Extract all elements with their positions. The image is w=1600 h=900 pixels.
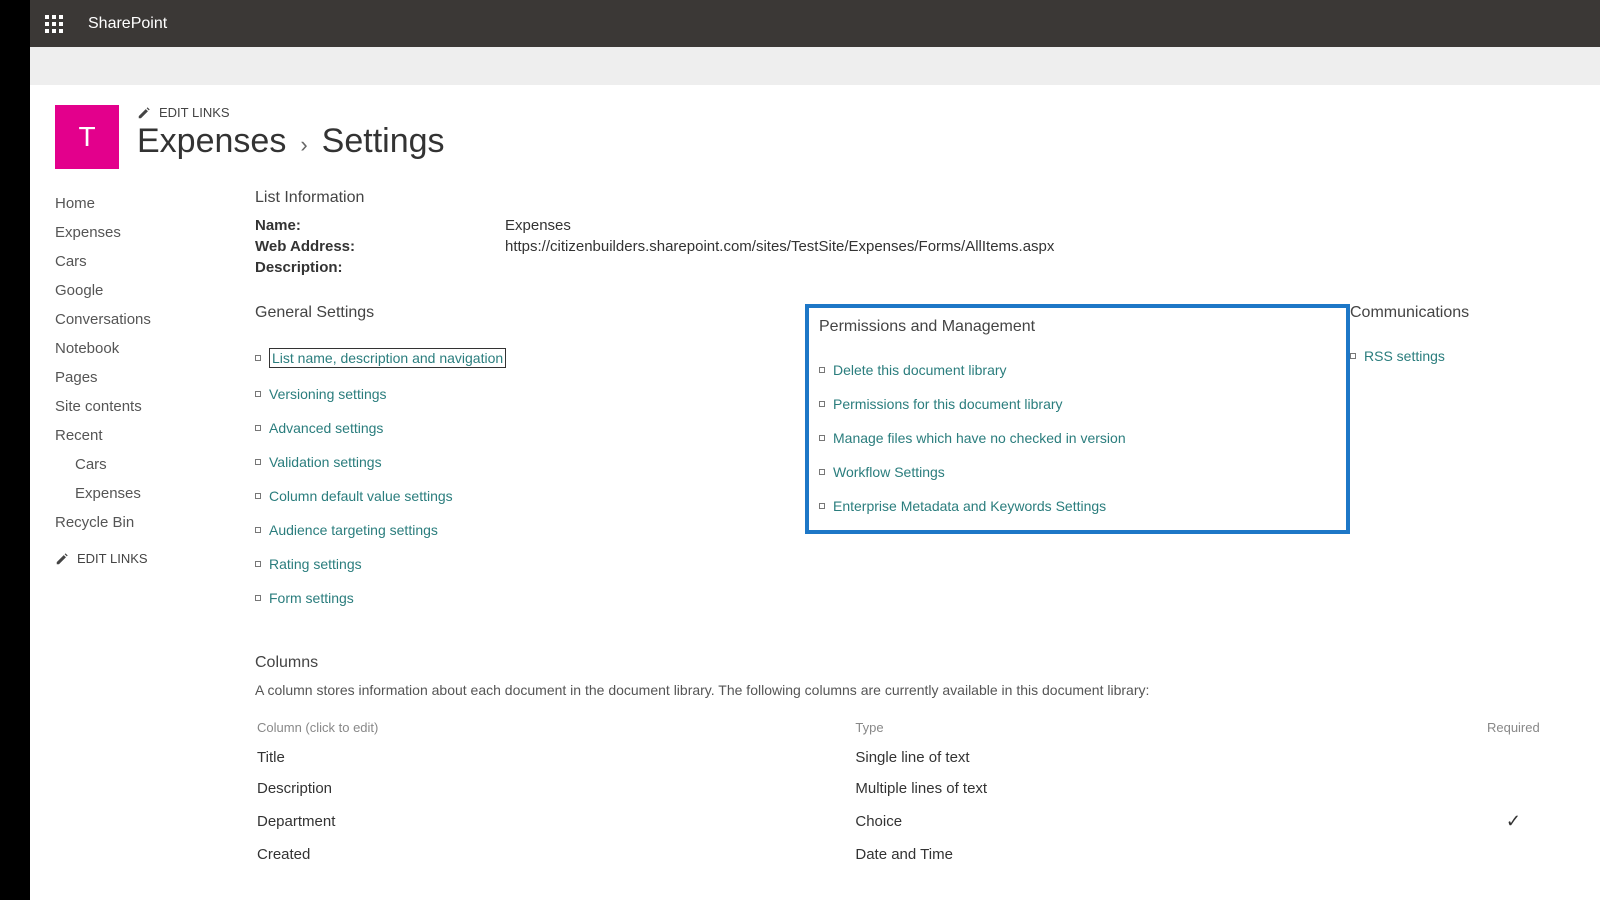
table-row: Created Date and Time xyxy=(257,840,1573,869)
columns-description: A column stores information about each d… xyxy=(255,682,1575,698)
pencil-icon xyxy=(137,106,151,120)
bullet-icon xyxy=(255,595,261,601)
site-logo[interactable]: T xyxy=(55,105,119,169)
column-required xyxy=(1454,743,1573,772)
left-nav: Home Expenses Cars Google Conversations … xyxy=(55,189,255,871)
column-link-title[interactable]: Title xyxy=(257,749,285,766)
link-audience-targeting[interactable]: Audience targeting settings xyxy=(269,522,438,538)
edit-links-label: EDIT LINKS xyxy=(77,551,148,566)
list-information-heading: List Information xyxy=(255,189,1575,207)
columns-table: Column (click to edit) Type Required Tit… xyxy=(255,712,1575,871)
nav-item-google[interactable]: Google xyxy=(55,276,255,305)
columns-heading: Columns xyxy=(255,654,1575,672)
bullet-icon xyxy=(819,401,825,407)
bullet-icon xyxy=(255,391,261,397)
column-required xyxy=(1454,840,1573,869)
bullet-icon xyxy=(255,493,261,499)
nav-item-conversations[interactable]: Conversations xyxy=(55,305,255,334)
th-column: Column (click to edit) xyxy=(257,714,853,741)
breadcrumb-main[interactable]: Expenses xyxy=(137,122,286,161)
info-label-name: Name: xyxy=(255,217,505,234)
bullet-icon xyxy=(255,527,261,533)
waffle-icon xyxy=(45,15,63,33)
link-delete-library[interactable]: Delete this document library xyxy=(833,362,1007,378)
bullet-icon xyxy=(819,503,825,509)
app-name: SharePoint xyxy=(88,15,167,33)
nav-item-site-contents[interactable]: Site contents xyxy=(55,392,255,421)
info-value-name: Expenses xyxy=(505,217,571,234)
bullet-icon xyxy=(819,367,825,373)
bullet-icon xyxy=(1350,353,1356,359)
th-required: Required xyxy=(1454,714,1573,741)
link-versioning-settings[interactable]: Versioning settings xyxy=(269,386,387,402)
column-type: Date and Time xyxy=(855,840,1451,869)
column-link-department[interactable]: Department xyxy=(257,813,335,830)
link-permissions-library[interactable]: Permissions for this document library xyxy=(833,396,1063,412)
general-settings-heading: General Settings xyxy=(255,304,805,322)
nav-item-notebook[interactable]: Notebook xyxy=(55,334,255,363)
ribbon-bar xyxy=(30,47,1600,85)
bullet-icon xyxy=(819,469,825,475)
link-validation-settings[interactable]: Validation settings xyxy=(269,454,382,470)
table-row: Department Choice ✓ xyxy=(257,805,1573,838)
bullet-icon xyxy=(819,435,825,441)
column-required: ✓ xyxy=(1454,805,1573,838)
info-value-web-address: https://citizenbuilders.sharepoint.com/s… xyxy=(505,238,1054,255)
bullet-icon xyxy=(255,459,261,465)
info-label-web-address: Web Address: xyxy=(255,238,505,255)
permissions-heading: Permissions and Management xyxy=(819,318,1336,336)
column-type: Multiple lines of text xyxy=(855,774,1451,803)
page-title: Settings xyxy=(322,122,445,161)
table-row: Title Single line of text xyxy=(257,743,1573,772)
pencil-icon xyxy=(55,552,69,566)
link-manage-files-no-checkin[interactable]: Manage files which have no checked in ve… xyxy=(833,430,1126,446)
info-label-description: Description: xyxy=(255,259,505,276)
column-link-created[interactable]: Created xyxy=(257,846,310,863)
column-type: Single line of text xyxy=(855,743,1451,772)
nav-item-recent-cars[interactable]: Cars xyxy=(55,450,255,479)
suite-bar: SharePoint xyxy=(30,0,1600,47)
breadcrumb-separator-icon: › xyxy=(300,132,307,158)
th-type: Type xyxy=(855,714,1451,741)
link-form-settings[interactable]: Form settings xyxy=(269,590,354,606)
nav-item-recent[interactable]: Recent xyxy=(55,421,255,450)
nav-item-expenses[interactable]: Expenses xyxy=(55,218,255,247)
checkmark-icon: ✓ xyxy=(1506,811,1521,831)
column-link-description[interactable]: Description xyxy=(257,780,332,797)
edit-links-bottom[interactable]: EDIT LINKS xyxy=(55,551,255,566)
bullet-icon xyxy=(255,355,261,361)
link-workflow-settings[interactable]: Workflow Settings xyxy=(833,464,945,480)
link-advanced-settings[interactable]: Advanced settings xyxy=(269,420,383,436)
edit-links-label: EDIT LINKS xyxy=(159,105,230,120)
link-enterprise-metadata[interactable]: Enterprise Metadata and Keywords Setting… xyxy=(833,498,1106,514)
column-type: Choice xyxy=(855,805,1451,838)
nav-item-recycle-bin[interactable]: Recycle Bin xyxy=(55,508,255,537)
bullet-icon xyxy=(255,425,261,431)
nav-item-recent-expenses[interactable]: Expenses xyxy=(55,479,255,508)
nav-item-home[interactable]: Home xyxy=(55,189,255,218)
column-required xyxy=(1454,774,1573,803)
content-area: T EDIT LINKS Expenses › Settings Home Ex… xyxy=(30,85,1600,900)
breadcrumb: Expenses › Settings xyxy=(137,122,1575,161)
app-launcher-button[interactable] xyxy=(30,0,78,47)
left-black-bar xyxy=(0,0,30,900)
edit-links-top[interactable]: EDIT LINKS xyxy=(137,105,1575,120)
table-row: Description Multiple lines of text xyxy=(257,774,1573,803)
nav-item-pages[interactable]: Pages xyxy=(55,363,255,392)
link-rating-settings[interactable]: Rating settings xyxy=(269,556,362,572)
nav-item-cars[interactable]: Cars xyxy=(55,247,255,276)
communications-heading: Communications xyxy=(1350,304,1575,322)
bullet-icon xyxy=(255,561,261,567)
permissions-highlight-box: Permissions and Management Delete this d… xyxy=(805,304,1350,534)
link-list-name-description[interactable]: List name, description and navigation xyxy=(269,348,506,368)
link-column-default-value[interactable]: Column default value settings xyxy=(269,488,453,504)
link-rss-settings[interactable]: RSS settings xyxy=(1364,348,1445,364)
